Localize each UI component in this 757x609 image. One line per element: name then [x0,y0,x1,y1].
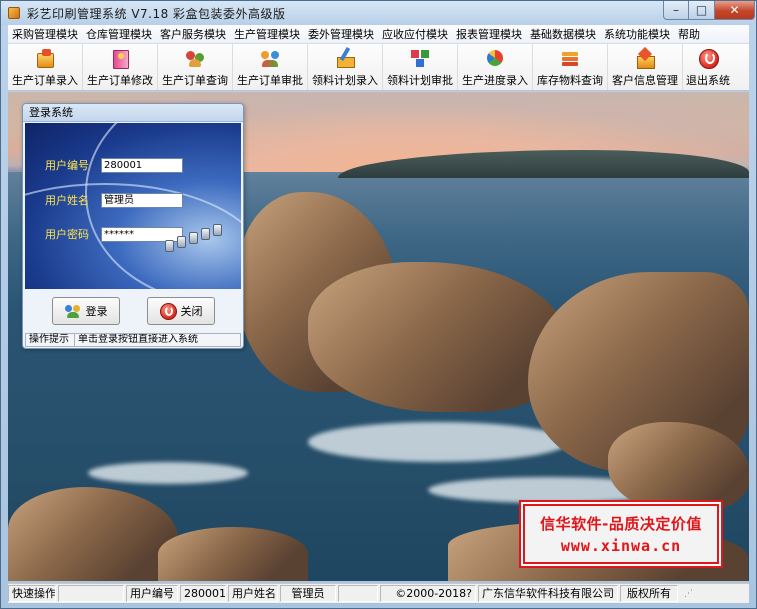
cubes-icon [409,47,431,69]
menu-warehouse[interactable]: 仓库管理模块 [82,25,156,44]
tool-label: 客户信息管理 [612,74,678,87]
toolbar: 生产订单录入 生产订单修改 生产订单查询 生产订单审批 领料计划录入 领料计划审… [8,44,749,91]
order-approve-button[interactable]: 生产订单审批 [233,44,308,90]
status-rights: 版权所有 [620,585,678,602]
close-window-button[interactable]: ✕ [715,1,755,20]
chain-decoration [165,218,235,258]
people-icon [184,47,206,69]
customer-info-button[interactable]: 客户信息管理 [608,44,683,90]
login-panel: 用户编号 280001 用户姓名 管理员 用户密码 ****** [25,123,241,289]
title-bar[interactable]: 彩艺印刷管理系统 V7.18 彩盒包装委外高级版 – □ ✕ [1,1,756,25]
status-quick-ops: 快速操作 [8,585,56,602]
progress-entry-button[interactable]: 生产进度录入 [458,44,533,90]
user-name-label: 用户姓名 [45,194,89,207]
user-name-input[interactable]: 管理员 [101,192,183,208]
pie-chart-icon [484,47,506,69]
menu-receivables-payables[interactable]: 应收应付模块 [378,25,452,44]
app-window: 彩艺印刷管理系统 V7.18 彩盒包装委外高级版 – □ ✕ 采购管理模块 仓库… [0,0,757,609]
box-icon [34,47,56,69]
tool-label: 生产订单审批 [237,74,303,87]
login-icon [64,303,81,319]
login-button[interactable]: 登录 [52,297,120,325]
pencil-icon [334,47,356,69]
menu-outsourcing[interactable]: 委外管理模块 [304,25,378,44]
tool-label: 生产订单查询 [162,74,228,87]
menu-system[interactable]: 系统功能模块 [600,25,674,44]
minimize-button[interactable]: – [663,1,689,20]
order-edit-button[interactable]: 生产订单修改 [83,44,158,90]
login-dialog: 登录系统 用户编号 280001 用户姓名 管理员 用户密码 ****** 登录… [22,103,244,349]
order-query-button[interactable]: 生产订单查询 [158,44,233,90]
user-code-label: 用户编号 [45,159,89,172]
password-label: 用户密码 [45,228,89,241]
status-user-code: 280001 [180,585,226,602]
close-button-label: 关闭 [180,305,203,318]
order-entry-button[interactable]: 生产订单录入 [8,44,83,90]
status-copyright-years: ©2000-2018? [380,585,476,602]
user-code-input[interactable]: 280001 [101,157,183,173]
login-dialog-title[interactable]: 登录系统 [23,104,243,122]
app-icon [7,6,21,20]
rock [158,527,308,581]
stack-icon [559,47,581,69]
menu-base-data[interactable]: 基础数据模块 [526,25,600,44]
hint-label: 操作提示 [25,333,75,347]
crowd-icon [259,47,281,69]
book-icon [109,47,131,69]
login-button-label: 登录 [85,305,108,318]
tool-label: 退出系统 [686,74,730,87]
exit-system-button[interactable]: 退出系统 [683,44,733,90]
tool-label: 领料计划审批 [387,74,453,87]
rock [8,487,178,581]
promo-banner: 信华软件-品质决定价值 www.xinwa.cn [521,502,721,566]
status-company: 广东信华软件科技有限公司 [478,585,618,602]
menu-bar: 采购管理模块 仓库管理模块 客户服务模块 生产管理模块 委外管理模块 应收应付模… [8,25,749,44]
tool-label: 生产订单录入 [12,74,78,87]
user-code-row: 用户编号 280001 [45,157,183,173]
house-icon [634,47,656,69]
user-name-row: 用户姓名 管理员 [45,192,183,208]
close-button[interactable]: 关闭 [147,297,215,325]
inventory-query-button[interactable]: 库存物料查询 [533,44,608,90]
menu-reports[interactable]: 报表管理模块 [452,25,526,44]
maximize-button[interactable]: □ [689,1,715,20]
material-plan-approve-button[interactable]: 领料计划审批 [383,44,458,90]
password-row: 用户密码 ****** [45,226,183,242]
menu-purchase[interactable]: 采购管理模块 [8,25,82,44]
menu-help[interactable]: 帮助 [674,25,704,44]
status-empty-panel [58,585,124,602]
login-status-bar: 操作提示 单击登录按钮直接进入系统 [25,333,241,347]
status-user-name: 管理员 [280,585,336,602]
hint-text: 单击登录按钮直接进入系统 [75,333,241,347]
status-user-name-label: 用户姓名 [228,585,278,602]
tool-label: 生产订单修改 [87,74,153,87]
menu-customer-service[interactable]: 客户服务模块 [156,25,230,44]
menu-production[interactable]: 生产管理模块 [230,25,304,44]
status-user-code-label: 用户编号 [126,585,178,602]
status-spacer [338,585,378,602]
sea-foam [88,462,248,484]
close-icon [159,303,177,320]
resize-grip-icon[interactable]: ⋰ [684,589,693,599]
sea-foam [308,422,568,462]
tool-label: 库存物料查询 [537,74,603,87]
tool-label: 生产进度录入 [462,74,528,87]
material-plan-entry-button[interactable]: 领料计划录入 [308,44,383,90]
window-title: 彩艺印刷管理系统 V7.18 彩盒包装委外高级版 [27,6,286,21]
tool-label: 领料计划录入 [312,74,378,87]
power-icon [697,47,719,69]
status-bar: 快速操作 用户编号 280001 用户姓名 管理员 ©2000-2018? 广东… [8,583,749,603]
promo-url: www.xinwa.cn [560,537,682,555]
promo-slogan: 信华软件-品质决定价值 [540,515,702,533]
